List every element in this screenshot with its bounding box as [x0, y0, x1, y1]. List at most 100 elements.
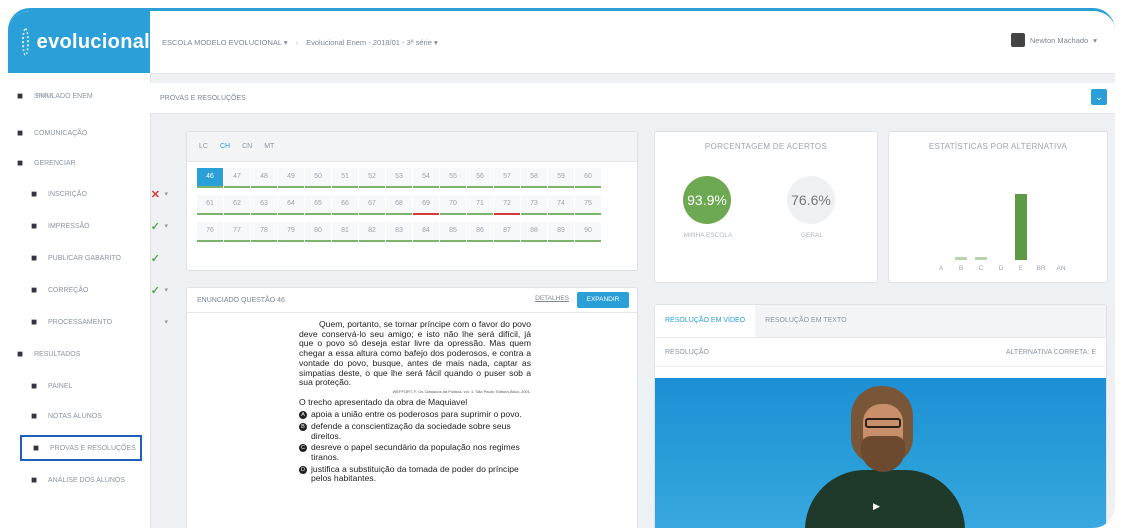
collapse-button[interactable]: ⌄: [1091, 89, 1107, 105]
sidebar-item-3[interactable]: ■ INSCRIÇÃO ✕ ▾: [8, 181, 170, 207]
logo-text: evolucional: [36, 30, 150, 53]
option-text: apoia a união entre os poderosos para su…: [311, 409, 522, 420]
question-cell[interactable]: 55: [440, 168, 466, 188]
question-cell[interactable]: 59: [548, 168, 574, 188]
question-cell[interactable]: 79: [278, 222, 304, 242]
sidebar-item-0[interactable]: ■ SIMULADO ENEM: [8, 83, 156, 109]
question-row: 76 77 78 79 80 81 82 83 84 85 86 87 88 89 90: [197, 222, 627, 242]
avatar-icon: [1010, 33, 1025, 47]
sidebar-item-6[interactable]: ■ CORREÇÃO ✓ ▾: [8, 277, 170, 303]
question-cell[interactable]: 60: [575, 168, 601, 188]
question-cell[interactable]: 77: [224, 222, 250, 242]
school-selector[interactable]: ESCOLA MODELO EVOLUCIONAL ▾: [162, 38, 288, 47]
sidebar-item-11[interactable]: ■ PROVAS E RESOLUÇÕES: [20, 435, 142, 461]
sidebar-item-10[interactable]: ■ NOTAS ALUNOS: [8, 403, 170, 429]
tab-text-resolution[interactable]: RESOLUÇÃO EM TEXTO: [755, 305, 856, 337]
question-cell[interactable]: 82: [359, 222, 385, 242]
accuracy-card: PORCENTAGEM DE ACERTOS 93.9% MINHA ESCOL…: [654, 131, 878, 283]
tab-video-resolution[interactable]: RESOLUÇÃO EM VÍDEO: [655, 305, 756, 337]
sidebar-item-2[interactable]: ■ GERENCIAR: [8, 150, 156, 176]
question-cell[interactable]: 56: [467, 168, 493, 188]
question-cell[interactable]: 83: [386, 222, 412, 242]
sidebar-item-7[interactable]: ■ PROCESSAMENTO ▾: [8, 309, 170, 335]
question-cell[interactable]: 64: [278, 195, 304, 215]
question-cell[interactable]: 67: [359, 195, 385, 215]
question-cell[interactable]: 87: [494, 222, 520, 242]
bar-label: C: [978, 265, 984, 272]
question-cell[interactable]: 69: [413, 195, 439, 215]
sidebar-item-5[interactable]: ■ PUBLICAR GABARITO ✓: [8, 245, 170, 271]
sidebar-item-12[interactable]: ■ ANÁLISE DOS ALUNOS: [8, 467, 170, 493]
exam-selector[interactable]: Evolucional Enem - 2018/01 - 3ª série ▾: [306, 38, 438, 47]
question-cell[interactable]: 52: [359, 168, 385, 188]
breadcrumb-separator: ›: [295, 37, 299, 47]
question-reference: WEFFORT, F. Os Clássicos da Política. vo…: [392, 388, 531, 394]
sidebar-item-1[interactable]: ■ COMUNICAÇÃO: [8, 120, 156, 146]
question-cell[interactable]: 46: [197, 168, 223, 188]
sidebar: evolucional ■ SIMULADO ENEM ■ COMUNICAÇÃO ■ G…: [8, 11, 168, 528]
question-cell[interactable]: 66: [332, 195, 358, 215]
tab-subject-ch[interactable]: CH: [220, 143, 230, 161]
answer-option: Bdefende a conscientização da sociedade …: [299, 421, 531, 441]
sidebar-item-9[interactable]: ■ PAINEL: [8, 373, 170, 399]
page-title: PROVAS E RESOLUÇÕES: [160, 94, 246, 102]
question-cell[interactable]: 47: [224, 168, 250, 188]
tab-subject-lc[interactable]: LC: [199, 143, 208, 161]
question-cell[interactable]: 51: [332, 168, 358, 188]
question-cell[interactable]: 84: [413, 222, 439, 242]
question-cell[interactable]: 81: [332, 222, 358, 242]
question-cell[interactable]: 49: [278, 168, 304, 188]
question-card: ENUNCIADO QUESTÃO 46 DETALHES EXPANDIR Q…: [186, 287, 638, 528]
question-cell[interactable]: 65: [305, 195, 331, 215]
resolution-subheader: RESOLUÇÃO ALTERNATIVA CORRETA: E: [655, 338, 1106, 367]
sidebar-item-label: RESULTADOS: [34, 350, 81, 358]
play-icon[interactable]: ▶: [873, 501, 880, 512]
question-cell[interactable]: 74: [548, 195, 574, 215]
expand-button[interactable]: EXPANDIR: [577, 292, 629, 308]
chart-icon: ■: [16, 348, 24, 360]
subject-tabs: LC CH CN MT: [187, 132, 637, 162]
dashboard-icon: ■: [30, 380, 38, 392]
sidebar-item-label: IMPRESSÃO: [48, 222, 90, 230]
document-icon: ■: [16, 90, 24, 102]
question-grid: 46 47 48 49 50 51 52 53 54 55 56 57 58 59 60 61 62 63 64 65…: [187, 162, 637, 255]
tab-subject-cn[interactable]: CN: [242, 143, 252, 161]
question-cell[interactable]: 75: [575, 195, 601, 215]
question-cell[interactable]: 80: [305, 222, 331, 242]
option-letter: D: [299, 465, 307, 474]
question-cell[interactable]: 78: [251, 222, 277, 242]
question-cell[interactable]: 88: [521, 222, 547, 242]
question-cell[interactable]: 76: [197, 222, 223, 242]
question-cell[interactable]: 68: [386, 195, 412, 215]
question-cell[interactable]: 85: [440, 222, 466, 242]
sidebar-item-label: PROVAS E RESOLUÇÕES: [50, 444, 136, 452]
question-cell[interactable]: 61: [197, 195, 223, 215]
details-link[interactable]: DETALHES: [535, 295, 569, 302]
sidebar-item-label: PUBLICAR GABARITO: [48, 254, 122, 262]
sidebar-item-8[interactable]: ■ RESULTADOS: [8, 341, 156, 367]
tab-subject-mt[interactable]: MT: [264, 143, 274, 161]
general-accuracy-label: GERAL: [800, 232, 824, 239]
question-cell[interactable]: 70: [440, 195, 466, 215]
question-cell[interactable]: 53: [386, 168, 412, 188]
question-cell[interactable]: 89: [548, 222, 574, 242]
question-cell[interactable]: 71: [467, 195, 493, 215]
video-player[interactable]: ▶: [655, 378, 1106, 528]
question-cell[interactable]: 50: [305, 168, 331, 188]
question-cell[interactable]: 48: [251, 168, 277, 188]
sidebar-item-4[interactable]: ■ IMPRESSÃO ✓ ▾: [8, 213, 170, 239]
question-cell[interactable]: 90: [575, 222, 601, 242]
question-cell[interactable]: 72: [494, 195, 520, 215]
question-cell[interactable]: 63: [251, 195, 277, 215]
bar-b: [955, 257, 967, 260]
question-cell[interactable]: 58: [521, 168, 547, 188]
user-menu[interactable]: Newton Machado ▾: [1010, 33, 1097, 47]
question-cell[interactable]: 86: [467, 222, 493, 242]
logo[interactable]: evolucional: [8, 11, 150, 73]
check-square-icon: ■: [30, 284, 38, 296]
question-navigator: LC CH CN MT 46 47 48 49 50 51 52 53 54 55 56 57 58 59 60 6…: [186, 131, 638, 271]
question-cell[interactable]: 73: [521, 195, 547, 215]
question-cell[interactable]: 62: [224, 195, 250, 215]
question-cell[interactable]: 57: [494, 168, 520, 188]
question-cell[interactable]: 54: [413, 168, 439, 188]
